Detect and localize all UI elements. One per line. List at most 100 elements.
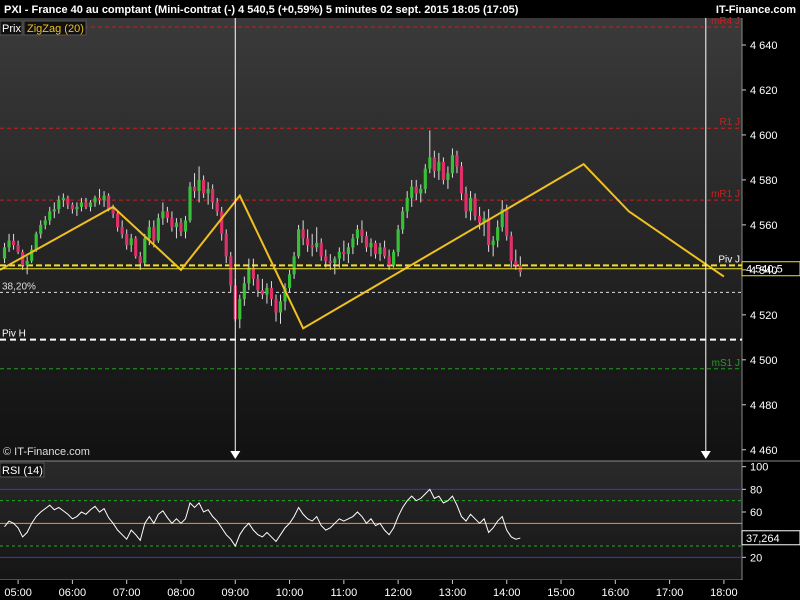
time-tick-label: 18:00 bbox=[710, 587, 738, 599]
price-tick-label: 4 520 bbox=[750, 310, 778, 322]
candle-body bbox=[7, 240, 11, 248]
candle-body bbox=[378, 247, 382, 255]
candle-body bbox=[116, 213, 120, 228]
candle-body bbox=[111, 209, 115, 214]
candle-body bbox=[39, 224, 43, 234]
level-label: 38,20% bbox=[2, 281, 36, 292]
candle-body bbox=[43, 220, 47, 225]
candle-body bbox=[129, 238, 133, 246]
candle-body bbox=[265, 287, 269, 295]
time-tick-label: 12:00 bbox=[384, 587, 412, 599]
candle-body bbox=[247, 267, 251, 284]
candle-body bbox=[16, 245, 20, 252]
price-tick-label: 4 500 bbox=[750, 355, 778, 367]
candle-body bbox=[134, 238, 138, 257]
candle-body bbox=[333, 258, 337, 264]
level-label: Piv H bbox=[2, 329, 26, 340]
price-tick-label: 4 600 bbox=[750, 130, 778, 142]
candle-body bbox=[301, 229, 305, 239]
candle-body bbox=[401, 211, 405, 230]
candle-body bbox=[220, 211, 224, 234]
candle-body bbox=[256, 278, 260, 291]
candle-body bbox=[70, 204, 74, 210]
brand-logo-text: IT-Finance.com bbox=[716, 4, 796, 16]
time-tick-label: 06:00 bbox=[59, 587, 87, 599]
candle-body bbox=[346, 247, 350, 255]
candle-body bbox=[229, 256, 233, 286]
candle-body bbox=[206, 188, 210, 194]
chart-window: PXI - France 40 au comptant (Mini-contra… bbox=[0, 0, 800, 600]
candle-body bbox=[34, 233, 38, 250]
candle-body bbox=[25, 260, 29, 266]
candle-body bbox=[364, 236, 369, 248]
candle-body bbox=[156, 218, 160, 241]
candle-body bbox=[274, 299, 278, 313]
candle-body bbox=[152, 227, 156, 241]
rsi-title: RSI (14) bbox=[2, 465, 43, 477]
legend-indicator: ZigZag (20) bbox=[27, 23, 84, 35]
candle-body bbox=[2, 247, 7, 259]
candle-body bbox=[188, 186, 192, 221]
candle-body bbox=[455, 155, 459, 167]
time-tick-label: 07:00 bbox=[113, 587, 141, 599]
candle-body bbox=[437, 161, 441, 171]
price-tick-label: 4 460 bbox=[750, 445, 778, 457]
candle-body bbox=[315, 242, 319, 248]
candle-body bbox=[423, 168, 427, 189]
candle-body bbox=[319, 242, 323, 257]
candle-body bbox=[57, 200, 61, 210]
candle-body bbox=[414, 186, 418, 194]
candle-body bbox=[211, 188, 215, 203]
rsi-last-label: 37,264 bbox=[746, 533, 780, 545]
candle-body bbox=[61, 197, 65, 201]
time-tick-label: 17:00 bbox=[656, 587, 684, 599]
candle-body bbox=[446, 173, 450, 180]
candle-body bbox=[251, 267, 255, 279]
candle-body bbox=[161, 211, 165, 219]
candle-body bbox=[487, 218, 491, 246]
candle-body bbox=[238, 299, 242, 320]
candle-body bbox=[147, 227, 151, 239]
legend-price: Prix bbox=[2, 23, 21, 35]
candle-body bbox=[197, 179, 201, 192]
price-tick-label: 4 580 bbox=[750, 175, 778, 187]
candle-body bbox=[93, 197, 97, 203]
candle-body bbox=[373, 242, 378, 255]
candle-body bbox=[107, 195, 111, 210]
candle-body bbox=[505, 209, 509, 237]
candle-body bbox=[52, 209, 56, 212]
candle-body bbox=[491, 240, 495, 246]
candle-body bbox=[392, 251, 396, 266]
level-label: mR1 J bbox=[711, 189, 740, 200]
time-tick-label: 09:00 bbox=[222, 587, 250, 599]
candle-body bbox=[84, 202, 88, 207]
candle-body bbox=[355, 229, 360, 239]
candle-body bbox=[278, 301, 283, 313]
candle-body bbox=[170, 218, 174, 228]
candle-body bbox=[382, 247, 387, 257]
time-tick-label: 14:00 bbox=[493, 587, 521, 599]
candle-body bbox=[174, 222, 179, 228]
candle-body bbox=[269, 287, 274, 300]
candle-body bbox=[79, 202, 84, 207]
level-label: R1 J bbox=[719, 117, 740, 128]
price-tick-label: 4 540 bbox=[750, 265, 778, 277]
candle-body bbox=[97, 197, 102, 201]
candle-body bbox=[432, 157, 436, 171]
candle-body bbox=[297, 229, 301, 257]
candle-body bbox=[405, 197, 409, 212]
chart-title: PXI - France 40 au comptant (Mini-contra… bbox=[4, 4, 519, 16]
watermark: © IT-Finance.com bbox=[3, 446, 90, 458]
rsi-tick-label: 80 bbox=[750, 484, 762, 496]
candle-body bbox=[441, 161, 445, 180]
candle-body bbox=[337, 251, 341, 259]
time-tick-label: 08:00 bbox=[167, 587, 195, 599]
price-tick-label: 4 620 bbox=[750, 85, 778, 97]
candle-body bbox=[464, 193, 468, 212]
candle-body bbox=[396, 229, 400, 252]
level-label: mS1 J bbox=[712, 358, 740, 369]
candle-body bbox=[306, 238, 310, 246]
candle-body bbox=[215, 202, 219, 212]
candle-body bbox=[324, 256, 328, 261]
candle-body bbox=[192, 186, 197, 192]
